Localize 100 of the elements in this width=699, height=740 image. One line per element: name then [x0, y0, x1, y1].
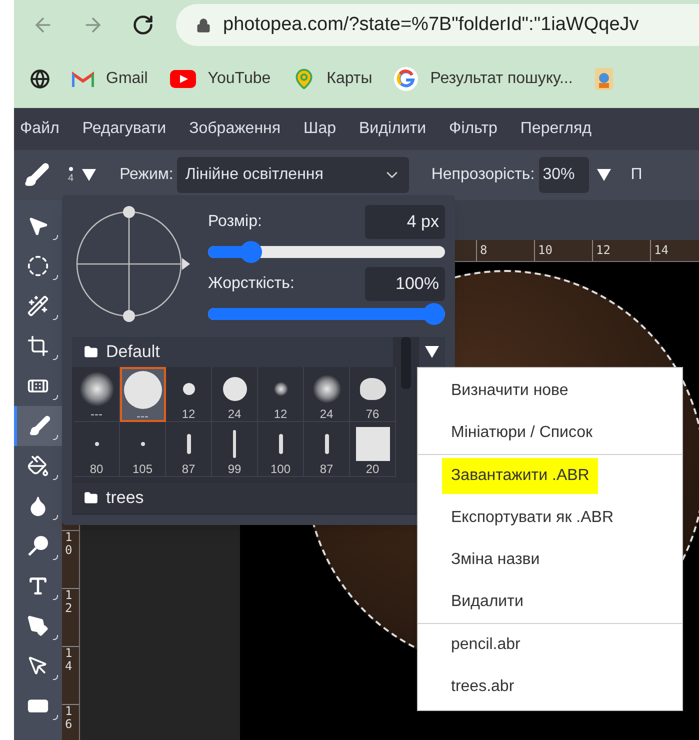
brush-size-label: 12	[274, 407, 288, 421]
menu-item[interactable]: Видалити	[442, 584, 532, 620]
type-icon	[27, 575, 49, 597]
menu-item[interactable]: Файл	[20, 117, 60, 141]
value-field[interactable]: 100%	[365, 267, 445, 301]
mode-select[interactable]: Лінійне освітлення	[177, 157, 410, 193]
brush-size-label: 87	[320, 462, 334, 476]
menu-item[interactable]: Мініатюри / Список	[442, 415, 602, 451]
brush-preset[interactable]: 99	[212, 422, 258, 477]
soft-brush-icon	[80, 372, 114, 406]
menu-item[interactable]: Фільтр	[449, 117, 498, 141]
bookmark[interactable]: Gmail	[72, 67, 148, 91]
soft-brush-icon	[274, 382, 288, 396]
pointer-icon	[27, 655, 49, 677]
brush-preset[interactable]: ---	[74, 367, 120, 422]
brush-size-text[interactable]: 4	[68, 174, 74, 184]
folder-menu-button[interactable]	[419, 337, 445, 367]
brush-size-label: 87	[182, 462, 196, 476]
stroke-brush-icon	[324, 434, 328, 454]
crop-icon	[27, 335, 49, 357]
opacity-field[interactable]: 30%	[538, 157, 589, 193]
menu-item[interactable]: trees.abr	[442, 669, 524, 705]
g-logo-icon	[394, 67, 418, 91]
dot-brush-icon	[94, 442, 98, 446]
mode-label: Режим:	[120, 165, 174, 185]
menu-item[interactable]: Редагувати	[82, 117, 166, 141]
round-brush-icon	[124, 371, 162, 409]
brush-preset[interactable]: 12	[258, 367, 304, 422]
soft-brush-icon	[312, 375, 340, 403]
brush-preset[interactable]: 105	[120, 422, 166, 477]
menu-item[interactable]: Виділити	[359, 117, 426, 141]
brush-size-label: ---	[90, 407, 102, 421]
bookmark[interactable]: YouTube	[170, 67, 271, 91]
slider-thumb[interactable]	[423, 303, 445, 325]
menu-item[interactable]: Перегляд	[520, 117, 592, 141]
brush-size-label: 80	[90, 462, 104, 476]
tool-button[interactable]	[14, 406, 62, 446]
brush-size-label: 20	[366, 462, 380, 476]
ruler-label: 12	[596, 243, 610, 257]
bucket-icon	[27, 455, 49, 477]
bookmark[interactable]: Карты	[292, 67, 372, 91]
round-brush-icon	[182, 383, 194, 395]
dropdown-triangle-icon[interactable]	[596, 169, 611, 181]
dot-brush-icon	[140, 442, 144, 446]
brush-preset[interactable]: 24	[304, 367, 350, 422]
brush-size-label: 105	[132, 462, 153, 476]
slider-label: Жорсткість:	[208, 274, 294, 294]
ruler-label: 10	[65, 531, 72, 558]
folder-icon	[84, 345, 98, 359]
triangle-icon[interactable]	[425, 346, 439, 358]
lock-icon	[196, 18, 211, 32]
menu-item[interactable]: Зображення	[189, 117, 281, 141]
globe-icon	[30, 69, 50, 89]
brush-size-label: 24	[228, 407, 242, 421]
menu-item[interactable]: pencil.abr	[442, 627, 530, 663]
play-icon	[170, 70, 196, 88]
option-label: П	[630, 165, 642, 185]
menu-item[interactable]: Експортувати як .ABR	[442, 500, 622, 536]
brush-preset[interactable]: 87	[304, 422, 350, 477]
brush-preset[interactable]: 12	[166, 367, 212, 422]
url-text: photopea.com/?state=%7B"folderId":"1iaWQqeJv	[223, 12, 639, 37]
value-field[interactable]: 4 px	[365, 205, 445, 239]
menu-item[interactable]: Шар	[304, 117, 336, 141]
menu-item[interactable]: Завантажити .ABR	[442, 458, 598, 494]
address-bar[interactable]: photopea.com/?state=%7B"folderId":"1iaWQqeJv	[176, 4, 699, 46]
slider[interactable]	[208, 303, 445, 325]
brush-preset[interactable]: 20	[350, 422, 396, 477]
ruler-label: 12	[65, 589, 72, 616]
app-icon	[594, 68, 613, 90]
brush-icon	[28, 415, 50, 437]
ruler-label: 8	[480, 243, 488, 257]
slider-thumb[interactable]	[240, 241, 262, 263]
slider-label: Розмір:	[208, 212, 262, 232]
round-brush-icon	[222, 377, 246, 401]
brush-preset[interactable]: 24	[212, 367, 258, 422]
blob-brush-icon	[360, 378, 386, 400]
brush-icon[interactable]	[24, 162, 50, 188]
folder-row[interactable]: Default	[72, 337, 393, 367]
bookmark[interactable]	[30, 69, 50, 89]
stroke-brush-icon	[233, 430, 236, 458]
brush-size-label: 12	[182, 407, 196, 421]
reload-icon[interactable]	[132, 14, 154, 36]
menu-item[interactable]: Визначити нове	[442, 373, 578, 409]
brush-preset[interactable]: 100	[258, 422, 304, 477]
brush-preset[interactable]: ---	[120, 367, 166, 422]
ruler-label: 14	[654, 243, 668, 257]
slider[interactable]	[208, 241, 445, 263]
stroke-brush-icon	[278, 434, 282, 454]
dashed-circle-icon	[27, 255, 49, 277]
dropdown-triangle-icon[interactable]	[82, 169, 96, 181]
scrollbar	[401, 337, 411, 389]
brush-preset[interactable]: 76	[350, 367, 396, 422]
brush-size-label: 76	[366, 407, 380, 421]
menu-item[interactable]: Зміна назви	[442, 542, 549, 578]
lollipop-icon	[27, 535, 49, 557]
bookmark[interactable]: Результат пошуку...	[394, 67, 573, 91]
brush-preset[interactable]: 80	[74, 422, 120, 477]
brush-preset[interactable]: 87	[166, 422, 212, 477]
ruler-label: 10	[538, 243, 552, 257]
opacity-label: Непрозорість:	[431, 165, 535, 185]
